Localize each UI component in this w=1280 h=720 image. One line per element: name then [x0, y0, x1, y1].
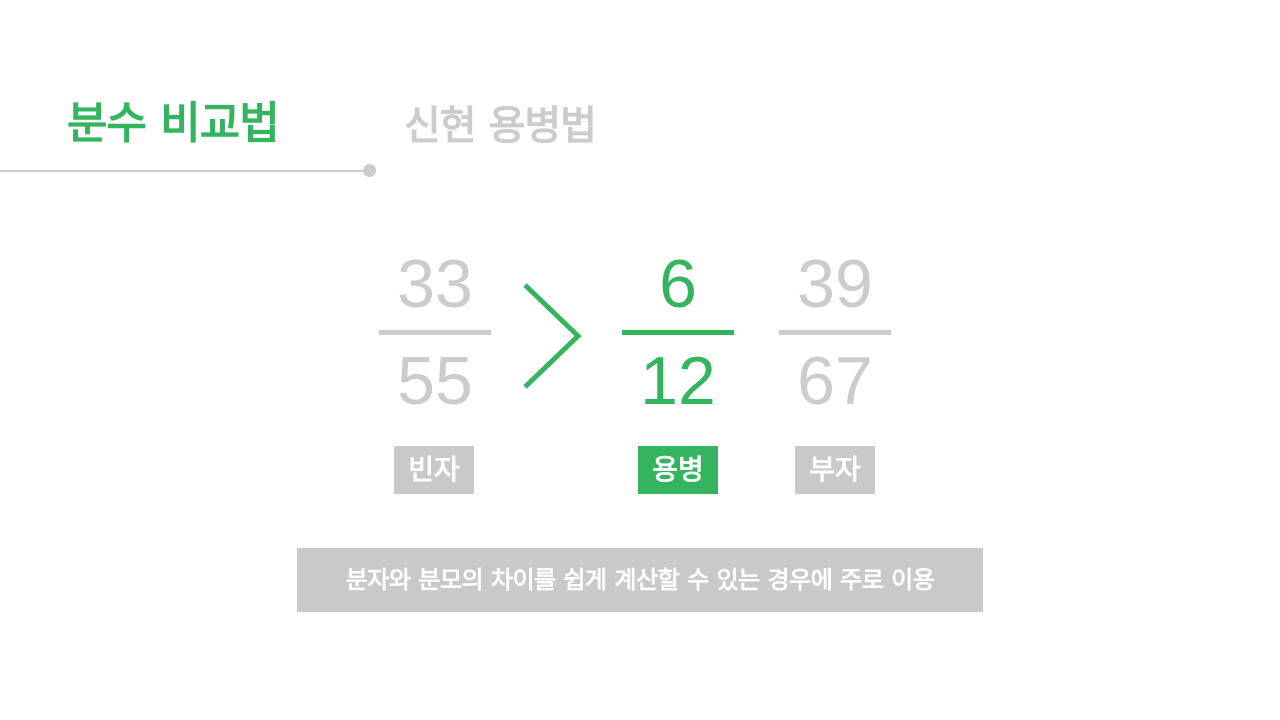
divider-dot — [363, 164, 376, 177]
fraction-denominator: 12 — [640, 343, 716, 419]
fraction-denominator: 55 — [397, 343, 473, 419]
fraction-numerator: 6 — [659, 246, 697, 322]
fraction-numerator: 39 — [797, 246, 873, 322]
fraction-denominator: 67 — [797, 343, 873, 419]
fraction-bar — [379, 330, 491, 335]
page-subtitle: 신현 용병법 — [404, 103, 597, 149]
fraction-numerator: 33 — [397, 246, 473, 322]
page-title: 분수 비교법 — [67, 98, 280, 149]
slide: 분수 비교법 신현 용병법 33 55 6 12 39 67 빈자 용병 부자 … — [0, 0, 1280, 720]
fraction-bar — [622, 330, 734, 335]
tag-yongbyeong: 용병 — [638, 446, 718, 494]
divider-line — [0, 170, 368, 172]
fraction-bar — [779, 330, 891, 335]
usage-note: 분자와 분모의 차이를 쉽게 계산할 수 있는 경우에 주로 이용 — [297, 548, 983, 612]
tag-buja: 부자 — [795, 446, 875, 494]
greater-than-icon — [523, 283, 582, 389]
tag-binja: 빈자 — [394, 446, 474, 494]
